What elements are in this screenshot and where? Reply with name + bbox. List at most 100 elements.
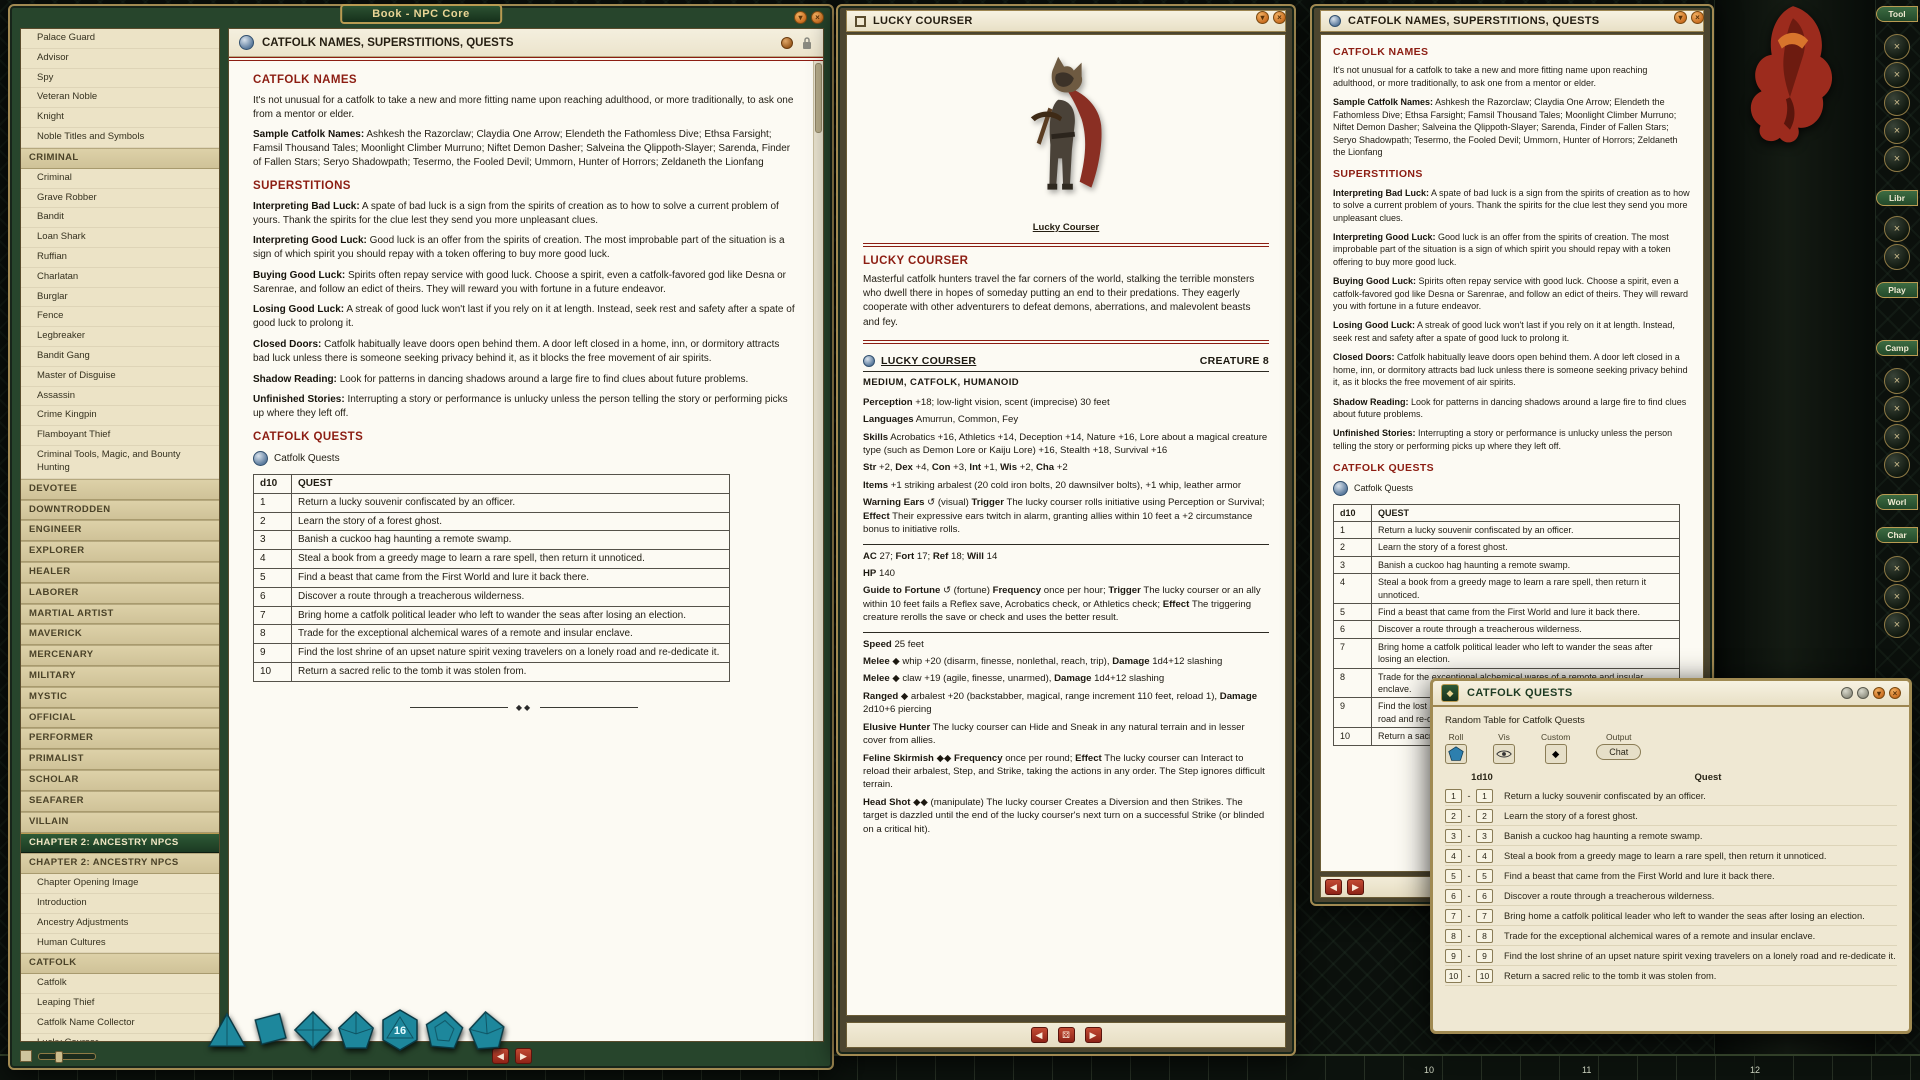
sidebar-item[interactable]: SEAFARER <box>21 791 219 812</box>
next-record-button[interactable]: ▶ <box>1347 879 1364 895</box>
sidebar-item[interactable]: ENGINEER <box>21 520 219 541</box>
table-row[interactable]: 6 - 6 Discover a route through a treache… <box>1445 886 1897 906</box>
rail-tab[interactable]: Camp <box>1876 340 1918 356</box>
table-row[interactable]: 5 - 5 Find a beast that came from the Fi… <box>1445 866 1897 886</box>
rail-tab[interactable]: Play <box>1876 282 1918 298</box>
rail-button[interactable]: × <box>1884 424 1910 450</box>
next-page-button[interactable]: ▶ <box>515 1048 532 1064</box>
rail-button[interactable]: × <box>1884 244 1910 270</box>
table-row[interactable]: 4 - 4 Steal a book from a greedy mage to… <box>1445 846 1897 866</box>
catfolk-quests-link[interactable]: Catfolk Quests <box>1333 481 1691 496</box>
prev-record-button[interactable]: ◀ <box>1031 1027 1048 1043</box>
rail-button[interactable]: × <box>1884 584 1910 610</box>
sidebar-item[interactable]: Ancestry Adjustments <box>21 914 219 934</box>
sidebar-item[interactable]: MERCENARY <box>21 645 219 666</box>
lucky-courser-image[interactable] <box>863 49 1269 220</box>
sidebar-item[interactable]: Catfolk <box>21 974 219 994</box>
sidebar-item[interactable]: CHAPTER 2: ANCESTRY NPCS <box>21 833 219 854</box>
table-row[interactable]: 8 - 8 Trade for the exceptional alchemic… <box>1445 926 1897 946</box>
rail-button[interactable]: × <box>1884 34 1910 60</box>
d10-die-icon[interactable] <box>335 1008 377 1057</box>
sidebar-item[interactable]: Noble Titles and Symbols <box>21 128 219 148</box>
sidebar-item[interactable]: Criminal Tools, Magic, and Bounty Huntin… <box>21 446 219 479</box>
sidebar-item[interactable]: Lucky Courser <box>21 1034 219 1042</box>
d6-die-icon[interactable] <box>247 1006 294 1059</box>
visibility-button[interactable] <box>1493 744 1515 764</box>
sidebar-item[interactable]: Fence <box>21 307 219 327</box>
sidebar-item[interactable]: CATFOLK <box>21 953 219 974</box>
help-button[interactable] <box>1841 687 1853 699</box>
minimize-button[interactable]: ▾ <box>1873 687 1885 699</box>
pin-button[interactable] <box>1857 687 1869 699</box>
sidebar-item[interactable]: PERFORMER <box>21 728 219 749</box>
chat-output-button[interactable]: Chat <box>1596 744 1641 760</box>
sidebar-item[interactable]: Criminal <box>21 169 219 189</box>
rail-button[interactable]: × <box>1884 62 1910 88</box>
sidebar-item[interactable]: VILLAIN <box>21 812 219 833</box>
rail-button[interactable]: × <box>1884 90 1910 116</box>
sidebar-item[interactable]: Bandit Gang <box>21 347 219 367</box>
record-link-icon[interactable] <box>239 35 254 50</box>
sidebar-item[interactable]: Human Cultures <box>21 934 219 954</box>
sidebar-item[interactable]: MARTIAL ARTIST <box>21 604 219 625</box>
sidebar-item[interactable]: HEALER <box>21 562 219 583</box>
d4-die-icon[interactable] <box>206 1008 248 1057</box>
sidebar-item[interactable]: Leaping Thief <box>21 994 219 1014</box>
sidebar-item[interactable]: Charlatan <box>21 268 219 288</box>
sidebar-item[interactable]: Advisor <box>21 49 219 69</box>
sidebar-item[interactable]: CRIMINAL <box>21 148 219 169</box>
window-title-bar[interactable]: CATFOLK NAMES, SUPERSTITIONS, QUESTS <box>1320 10 1704 32</box>
page-scrollbar[interactable] <box>813 61 823 1041</box>
sidebar-item[interactable]: Introduction <box>21 894 219 914</box>
slider-knob[interactable] <box>55 1051 63 1063</box>
dialog-title-bar[interactable]: ◆ CATFOLK QUESTS ▾ × <box>1433 681 1909 707</box>
sidebar-item[interactable]: DOWNTRODDEN <box>21 500 219 521</box>
close-button[interactable]: × <box>1273 11 1286 24</box>
sidebar-item[interactable]: Burglar <box>21 288 219 308</box>
sidebar-item[interactable]: OFFICIAL <box>21 708 219 729</box>
rail-tab[interactable]: Worl <box>1876 494 1918 510</box>
d8-die-icon[interactable] <box>292 1008 334 1057</box>
prev-record-button[interactable]: ◀ <box>1325 879 1342 895</box>
grid-button[interactable] <box>20 1050 32 1062</box>
rail-button[interactable]: × <box>1884 396 1910 422</box>
sidebar-item[interactable]: Chapter Opening Image <box>21 874 219 894</box>
sidebar-item[interactable]: Veteran Noble <box>21 88 219 108</box>
rail-button[interactable]: × <box>1884 216 1910 242</box>
table-row[interactable]: 9 - 9 Find the lost shrine of an upset n… <box>1445 946 1897 966</box>
minimize-button[interactable]: ▾ <box>794 11 807 24</box>
rail-button[interactable]: × <box>1884 118 1910 144</box>
sidebar-item[interactable]: CHAPTER 2: ANCESTRY NPCS <box>21 853 219 874</box>
book-window-title[interactable]: Book - NPC Core <box>340 4 502 24</box>
lock-icon[interactable] <box>801 36 813 50</box>
sidebar-item[interactable]: PRIMALIST <box>21 749 219 770</box>
sidebar-item[interactable]: LABORER <box>21 583 219 604</box>
link-icon[interactable] <box>863 355 875 367</box>
rail-button[interactable]: × <box>1884 612 1910 638</box>
zoom-slider[interactable] <box>38 1053 96 1060</box>
window-title-bar[interactable]: LUCKY COURSER <box>846 10 1286 32</box>
sidebar-item[interactable]: Grave Robber <box>21 189 219 209</box>
next-record-button[interactable]: ▶ <box>1085 1027 1102 1043</box>
rail-button[interactable]: × <box>1884 452 1910 478</box>
roll-die-button[interactable]: ⚄ <box>1058 1027 1075 1043</box>
sidebar-item[interactable]: Legbreaker <box>21 327 219 347</box>
custom-button[interactable]: ◆ <box>1545 744 1567 764</box>
sidebar-item[interactable]: MAVERICK <box>21 624 219 645</box>
sidebar-item[interactable]: Master of Disguise <box>21 367 219 387</box>
table-row[interactable]: 1 - 1 Return a lucky souvenir confiscate… <box>1445 786 1897 806</box>
sidebar-item[interactable]: Flamboyant Thief <box>21 426 219 446</box>
record-link-icon[interactable] <box>1329 15 1341 27</box>
minimize-button[interactable]: ▾ <box>1256 11 1269 24</box>
sidebar-item[interactable]: MYSTIC <box>21 687 219 708</box>
rail-button[interactable]: × <box>1884 146 1910 172</box>
close-button[interactable]: × <box>1691 11 1704 24</box>
creature-name[interactable]: LUCKY COURSER <box>881 354 976 369</box>
table-row[interactable]: 3 - 3 Banish a cuckoo hag haunting a rem… <box>1445 826 1897 846</box>
rail-button[interactable]: × <box>1884 556 1910 582</box>
close-button[interactable]: × <box>811 11 824 24</box>
roll-button[interactable] <box>1445 744 1467 764</box>
sidebar-item[interactable]: Crime Kingpin <box>21 406 219 426</box>
sidebar-item[interactable]: DEVOTEE <box>21 479 219 500</box>
table-row[interactable]: 7 - 7 Bring home a catfolk political lea… <box>1445 906 1897 926</box>
